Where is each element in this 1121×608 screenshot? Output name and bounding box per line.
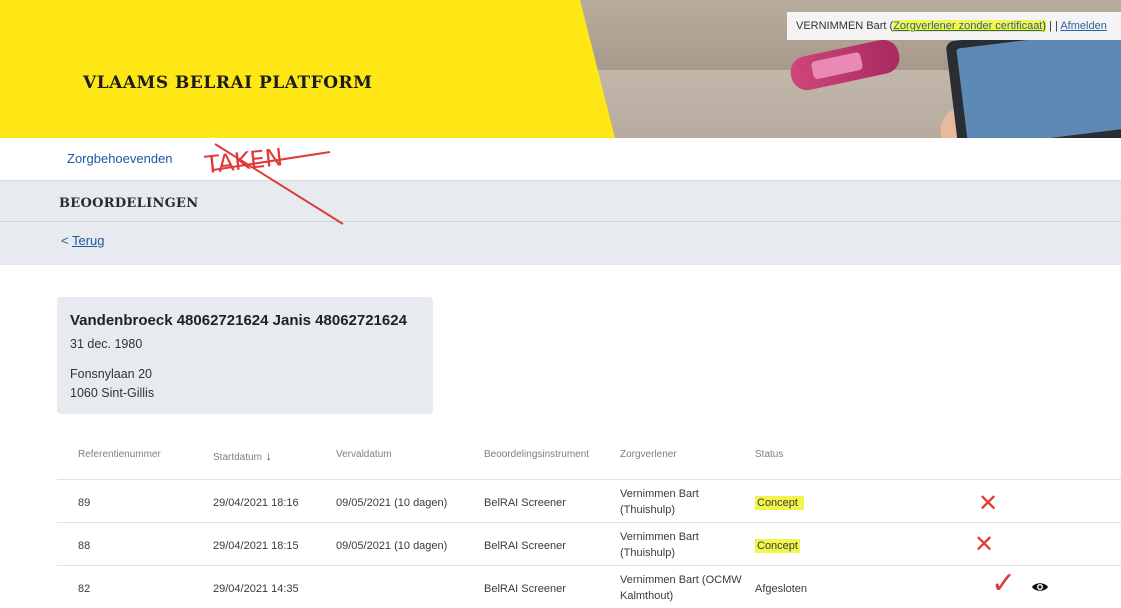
table-row[interactable]: 89 29/04/2021 18:16 09/05/2021 (10 dagen… xyxy=(57,479,1121,522)
column-header-zorgverlener[interactable]: Zorgverlener xyxy=(620,449,677,460)
annotation-x-mark: ✕ xyxy=(974,530,995,558)
user-role-close: ) xyxy=(1042,20,1047,32)
column-header-startdatum[interactable]: Startdatum ↓ xyxy=(213,449,272,463)
table-row[interactable]: 88 29/04/2021 18:15 09/05/2021 (10 dagen… xyxy=(57,522,1121,565)
user-role-link[interactable]: Zorgverlener zonder certificaat xyxy=(893,20,1043,32)
cell-ref: 88 xyxy=(78,540,91,552)
user-name: VERNIMMEN Bart ( xyxy=(796,20,894,32)
annotation-x-mark: ✕ xyxy=(978,489,999,517)
cell-status: Afgesloten xyxy=(755,583,807,595)
column-header-startdatum-label: Startdatum xyxy=(213,452,262,463)
user-bar-separator: | | xyxy=(1049,20,1058,32)
cell-provider: Vernimmen Bart (Thuishulp) xyxy=(620,531,699,559)
patient-card: Vandenbroeck 48062721624 Janis 480627216… xyxy=(57,297,433,414)
chevron-left-icon: < xyxy=(61,233,69,248)
logout-link[interactable]: Afmelden xyxy=(1060,20,1106,32)
cell-status: Concept xyxy=(755,496,804,510)
back-link[interactable]: < Terug xyxy=(61,233,105,248)
back-link-label: Terug xyxy=(71,233,105,248)
brand-title: VLAAMS BELRAI PLATFORM xyxy=(83,73,373,93)
nav-zorgbehoevenden[interactable]: Zorgbehoevenden xyxy=(67,151,173,166)
column-header-vervaldatum[interactable]: Vervaldatum xyxy=(336,449,392,460)
user-bar: VERNIMMEN Bart (Zorgverlener zonder cert… xyxy=(787,12,1121,40)
cell-provider: Vernimmen Bart (OCMW Kalmthout) xyxy=(620,574,742,602)
patient-city: 1060 Sint-Gillis xyxy=(70,386,155,400)
photo-phone-screen xyxy=(810,51,864,80)
page-title: BEOORDELINGEN xyxy=(59,196,199,211)
cell-ref: 89 xyxy=(78,497,91,509)
page-header: BEOORDELINGEN < Terug xyxy=(0,181,1121,265)
cell-provider: Vernimmen Bart (Thuishulp) xyxy=(620,488,699,516)
main-nav: Zorgbehoevenden xyxy=(0,138,1121,181)
view-eye-icon[interactable] xyxy=(1031,581,1049,593)
cell-start: 29/04/2021 18:16 xyxy=(213,497,299,509)
cell-end: 09/05/2021 (10 dagen) xyxy=(336,497,448,509)
annotation-check-mark: ✓ xyxy=(991,566,1017,601)
cell-instrument: BelRAI Screener xyxy=(484,540,566,552)
site-header: VLAAMS BELRAI PLATFORM VERNIMMEN Bart (Z… xyxy=(0,0,1121,138)
column-header-referentienummer[interactable]: Referentienummer xyxy=(78,449,161,460)
header-yellow-band xyxy=(0,0,615,138)
patient-name: Vandenbroeck 48062721624 Janis 480627216… xyxy=(70,312,407,329)
cell-end: 09/05/2021 (10 dagen) xyxy=(336,540,448,552)
patient-street: Fonsnylaan 20 xyxy=(70,367,153,381)
column-header-status[interactable]: Status xyxy=(755,449,783,460)
cell-instrument: BelRAI Screener xyxy=(484,583,566,595)
patient-birthdate: 31 dec. 1980 xyxy=(70,337,143,351)
table-row[interactable]: 82 29/04/2021 14:35 BelRAI Screener Vern… xyxy=(57,565,1121,608)
handwritten-taken-annotation: TAKEN xyxy=(203,143,344,225)
column-header-instrument[interactable]: Beoordelingsinstrument xyxy=(484,449,589,460)
cell-start: 29/04/2021 18:15 xyxy=(213,540,299,552)
photo-tablet-screen xyxy=(956,28,1121,138)
cell-start: 29/04/2021 14:35 xyxy=(213,583,299,595)
header-divider xyxy=(0,221,1121,222)
cell-status: Concept xyxy=(755,539,800,553)
cell-ref: 82 xyxy=(78,583,91,595)
sort-down-icon[interactable]: ↓ xyxy=(266,449,272,463)
cell-instrument: BelRAI Screener xyxy=(484,497,566,509)
